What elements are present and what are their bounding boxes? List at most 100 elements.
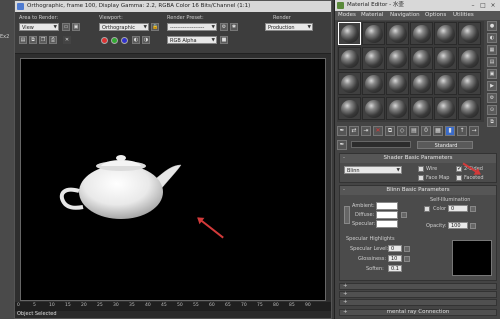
- menu-navigation[interactable]: Navigation: [390, 12, 420, 18]
- render-window-titlebar[interactable]: Orthographic, frame 100, Display Gamma: …: [15, 1, 331, 12]
- material-slot[interactable]: [386, 97, 409, 120]
- material-map-navigator-icon[interactable]: ⧉: [487, 117, 497, 127]
- color-swatch-icon[interactable]: ■: [220, 36, 228, 44]
- opacity-value[interactable]: 100: [448, 222, 468, 229]
- environment-effects-icon[interactable]: ✱: [230, 23, 238, 31]
- auto-region-icon[interactable]: ▣: [72, 23, 80, 31]
- assign-to-selection-icon[interactable]: ⇥: [361, 126, 371, 136]
- pick-material-from-object-icon[interactable]: ✒: [337, 140, 347, 150]
- material-slot[interactable]: [338, 97, 361, 120]
- material-slot[interactable]: [338, 72, 361, 95]
- material-slot[interactable]: [410, 47, 433, 70]
- render-preset-dropdown[interactable]: ------------------- ▼: [167, 23, 217, 31]
- menu-options[interactable]: Options: [425, 12, 446, 18]
- put-to-library-icon[interactable]: ▤: [409, 126, 419, 136]
- blinn-rollout-header[interactable]: - Blinn Basic Parameters: [340, 186, 496, 195]
- alpha-channel-icon[interactable]: ◐: [132, 36, 140, 44]
- select-by-material-icon[interactable]: ⊙: [487, 105, 497, 115]
- go-forward-to-sibling-icon[interactable]: →: [469, 126, 479, 136]
- show-shaded-in-viewport-icon[interactable]: ▦: [433, 126, 443, 136]
- copy-material-icon[interactable]: ⧉: [385, 126, 395, 136]
- material-slot[interactable]: [434, 22, 457, 45]
- diffuse-color-swatch[interactable]: [376, 211, 398, 219]
- render-mode-dropdown[interactable]: Production ▼: [265, 23, 313, 31]
- material-slot[interactable]: [362, 97, 385, 120]
- get-material-icon[interactable]: ✒: [337, 126, 347, 136]
- material-slot[interactable]: [410, 72, 433, 95]
- edit-region-icon[interactable]: ▭: [62, 23, 70, 31]
- red-channel-icon[interactable]: [101, 37, 108, 44]
- material-slot[interactable]: [434, 47, 457, 70]
- show-end-result-icon[interactable]: ▮: [445, 126, 455, 136]
- maximize-icon[interactable]: □: [478, 0, 488, 11]
- material-slot[interactable]: [338, 22, 361, 45]
- monochrome-icon[interactable]: ◑: [142, 36, 150, 44]
- collapsed-rollout[interactable]: +: [339, 299, 497, 306]
- print-image-icon[interactable]: ⎙: [49, 36, 57, 44]
- material-slot[interactable]: [458, 97, 481, 120]
- material-slot[interactable]: [434, 72, 457, 95]
- lock-viewport-icon[interactable]: 🔒: [151, 23, 159, 31]
- green-channel-icon[interactable]: [111, 37, 118, 44]
- self-illum-color-checkbox[interactable]: [424, 206, 430, 212]
- material-slot[interactable]: [410, 22, 433, 45]
- material-type-button[interactable]: Standard: [417, 141, 473, 149]
- area-to-render-dropdown[interactable]: View ▼: [19, 23, 59, 31]
- soften-value[interactable]: 0.1: [388, 265, 402, 272]
- specular-color-swatch[interactable]: [376, 220, 398, 228]
- menu-utilities[interactable]: Utilities: [453, 12, 474, 18]
- save-image-icon[interactable]: ▤: [19, 36, 27, 44]
- material-slot[interactable]: [386, 47, 409, 70]
- sample-type-icon[interactable]: ●: [487, 21, 497, 31]
- make-unique-icon[interactable]: ◇: [397, 126, 407, 136]
- material-slot[interactable]: [410, 97, 433, 120]
- face-map-checkbox[interactable]: [418, 175, 424, 181]
- collapsed-rollout[interactable]: +: [339, 283, 497, 290]
- viewport-dropdown[interactable]: Orthographic ▼: [99, 23, 149, 31]
- put-to-scene-icon[interactable]: ⇄: [349, 126, 359, 136]
- material-slot[interactable]: [362, 22, 385, 45]
- make-preview-icon[interactable]: ▶: [487, 81, 497, 91]
- shader-rollout-header[interactable]: - Shader Basic Parameters: [340, 154, 496, 163]
- specular-level-value[interactable]: 0: [388, 245, 402, 252]
- clone-window-icon[interactable]: ❐: [39, 36, 47, 44]
- menu-modes[interactable]: Modes: [338, 12, 356, 18]
- reset-map-icon[interactable]: ✕: [373, 126, 383, 136]
- material-slot[interactable]: [362, 72, 385, 95]
- menu-material[interactable]: Material: [361, 12, 383, 18]
- background-icon[interactable]: ▦: [487, 45, 497, 55]
- material-slot[interactable]: [338, 47, 361, 70]
- copy-image-icon[interactable]: ⧉: [29, 36, 37, 44]
- specular-level-map-button[interactable]: [404, 246, 410, 252]
- material-slot[interactable]: [362, 47, 385, 70]
- lock-ambient-diffuse-icon[interactable]: [344, 206, 350, 224]
- channel-display-dropdown[interactable]: RGB Alpha ▼: [167, 36, 217, 44]
- self-illum-map-button[interactable]: [470, 206, 476, 212]
- faceted-checkbox[interactable]: [456, 175, 462, 181]
- blue-channel-icon[interactable]: [121, 37, 128, 44]
- minimize-icon[interactable]: –: [468, 0, 478, 11]
- material-name-field[interactable]: [351, 141, 411, 148]
- self-illum-color-value[interactable]: 0: [448, 205, 468, 212]
- material-slot[interactable]: [458, 72, 481, 95]
- glossiness-value[interactable]: 10: [388, 255, 402, 262]
- material-slot[interactable]: [434, 97, 457, 120]
- material-slot[interactable]: [458, 22, 481, 45]
- glossiness-map-button[interactable]: [404, 256, 410, 262]
- close-icon[interactable]: ×: [488, 0, 498, 11]
- go-to-parent-icon[interactable]: ↑: [457, 126, 467, 136]
- material-slot[interactable]: [386, 22, 409, 45]
- video-color-check-icon[interactable]: ▣: [487, 69, 497, 79]
- diffuse-map-button[interactable]: [401, 212, 407, 218]
- wire-checkbox[interactable]: [418, 166, 424, 172]
- opacity-map-button[interactable]: [470, 223, 476, 229]
- material-editor-titlebar[interactable]: Material Editor - 水壶 – □ ×: [335, 0, 500, 11]
- two-sided-checkbox[interactable]: [456, 165, 462, 172]
- options-icon[interactable]: ⚙: [487, 93, 497, 103]
- shader-type-dropdown[interactable]: Blinn ▼: [344, 166, 402, 174]
- clear-icon[interactable]: ✕: [63, 36, 71, 44]
- material-slot[interactable]: [458, 47, 481, 70]
- backlight-icon[interactable]: ◐: [487, 33, 497, 43]
- timeline-ruler[interactable]: 0 5 10 15 20 25 30 35 40 45 50 55 60 65 …: [15, 302, 331, 311]
- uv-tiling-icon[interactable]: ▤: [487, 57, 497, 67]
